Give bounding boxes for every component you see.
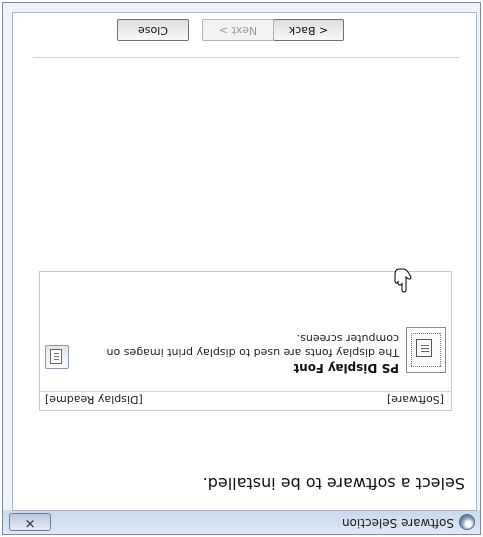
app-icon: [459, 514, 475, 530]
window-close-button[interactable]: ✕: [9, 513, 51, 531]
software-item-description: The display fonts are used to display pr…: [106, 332, 400, 359]
header-separator: [39, 391, 452, 392]
page-heading: Select a software to be installed.: [202, 474, 465, 493]
close-button[interactable]: Close: [117, 19, 189, 41]
back-button[interactable]: < Back: [273, 19, 344, 41]
footer-separator: [33, 57, 459, 58]
title-bar[interactable]: Software Selection ✕: [3, 510, 480, 534]
display-readme-button[interactable]: [45, 345, 69, 369]
readme-icon: [50, 349, 62, 364]
software-checkbox[interactable]: [406, 327, 446, 373]
checkbox-focus: [411, 333, 441, 367]
readme-column-header: [Display Readme]: [45, 393, 143, 406]
window-title: Software Selection: [341, 516, 454, 530]
next-button[interactable]: Next >: [202, 19, 274, 41]
dialog-client-area: [12, 12, 477, 511]
hand-cursor-icon: [394, 268, 412, 293]
software-item-name: PS Display Font: [293, 361, 400, 375]
stage: Software Selection ✕ Select a software t…: [0, 0, 483, 537]
software-column-header: [Software]: [386, 393, 444, 406]
document-icon: [416, 339, 432, 357]
